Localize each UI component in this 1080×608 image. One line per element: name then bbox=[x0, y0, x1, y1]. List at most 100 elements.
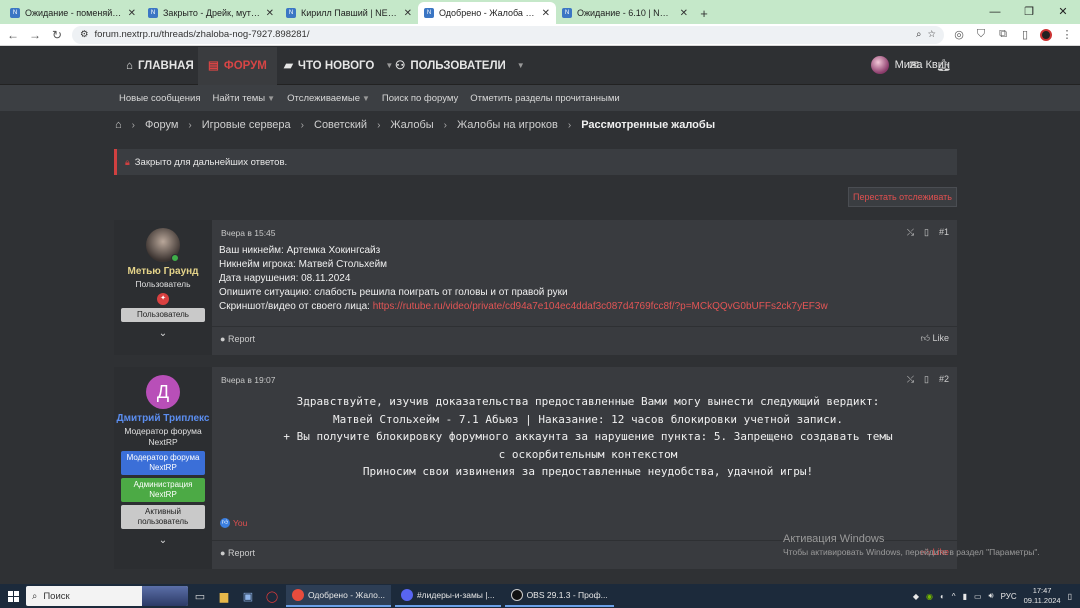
windows-logo-icon bbox=[7, 590, 19, 602]
close-tab-icon[interactable]: ✕ bbox=[404, 8, 412, 19]
nav-home[interactable]: ⌂ ГЛАВНАЯ bbox=[126, 47, 194, 85]
breadcrumb-current[interactable]: Рассмотренные жалобы bbox=[581, 119, 715, 131]
subnav-mark-read[interactable]: Отметить разделы прочитанными bbox=[470, 93, 619, 104]
reload-icon[interactable]: ↻ bbox=[50, 28, 64, 42]
home-icon[interactable]: ⌂ bbox=[115, 119, 122, 131]
breadcrumb: ⌂ › Форум › Игровые сервера › Советский … bbox=[115, 119, 715, 131]
breadcrumb-item[interactable]: Советский bbox=[314, 119, 367, 131]
task-view-icon[interactable]: ▭ bbox=[188, 584, 212, 608]
back-arrow-icon[interactable]: ← bbox=[6, 28, 20, 42]
menu-dots-icon[interactable]: ⋮ bbox=[1060, 28, 1074, 41]
subnav-watched[interactable]: Отслеживаемые ▼ bbox=[287, 93, 370, 104]
author-name[interactable]: Метью Граунд bbox=[127, 266, 198, 278]
author-name[interactable]: Дмитрий Триплекс bbox=[117, 413, 210, 425]
video-link[interactable]: https://rutube.ru/video/private/cd94a7e1… bbox=[373, 301, 828, 312]
network-icon[interactable]: ▭ bbox=[974, 592, 982, 601]
language-indicator[interactable]: РУС bbox=[1001, 592, 1017, 601]
system-tray: ◆ ◉ ◐ ^ ▮ ▭ 🔊︎ РУС 17:47 09.11.2024 ▯ bbox=[913, 584, 1080, 608]
post-number[interactable]: #1 bbox=[939, 227, 949, 238]
breadcrumb-item[interactable]: Игровые сервера bbox=[202, 119, 291, 131]
chevron-down-icon[interactable]: ⌄ bbox=[159, 328, 167, 339]
site-info-icon[interactable]: ⚙ bbox=[80, 29, 89, 40]
forward-arrow-icon[interactable]: → bbox=[28, 28, 42, 42]
tray-app-icon[interactable]: ◐ bbox=[940, 592, 945, 601]
start-button[interactable] bbox=[0, 584, 26, 608]
forum-page: ⌂ ГЛАВНАЯ ▤ ФОРУМ ▰ ЧТО НОВОГО ▼ ⚇ ПОЛЬЗОВАТЕ… bbox=[0, 47, 1080, 584]
extension-icon[interactable]: ◎ bbox=[952, 28, 966, 41]
report-button[interactable]: ● Report bbox=[220, 548, 255, 558]
reaction-summary[interactable]: 👍︎ You bbox=[220, 518, 247, 528]
tray-app-icon[interactable]: ◆ bbox=[913, 592, 919, 601]
app-icon[interactable]: ▣ bbox=[236, 584, 260, 608]
address-bar[interactable]: ⚙ forum.nextrp.ru/threads/zhaloba-nog-79… bbox=[72, 25, 944, 44]
subnav-new-posts[interactable]: Новые сообщения bbox=[119, 93, 201, 104]
browser-tab[interactable]: NОжидание - поменяйте ник п...✕ bbox=[4, 2, 142, 24]
subnav-find-threads[interactable]: Найти темы ▼ bbox=[213, 93, 276, 104]
close-tab-icon[interactable]: ✕ bbox=[680, 8, 688, 19]
folder-icon[interactable]: ▆ bbox=[212, 584, 236, 608]
post-actions: ⤯ ▯ #1 bbox=[907, 227, 949, 238]
chevron-down-icon[interactable]: ▼ bbox=[385, 47, 393, 85]
nav-users[interactable]: ⚇ ПОЛЬЗОВАТЕЛИ ▼ bbox=[395, 47, 525, 85]
report-button[interactable]: ● Report bbox=[220, 334, 255, 344]
close-window-icon[interactable]: ✕ bbox=[1046, 0, 1080, 24]
site-favicon-icon: N bbox=[286, 8, 296, 18]
bookmark-star-icon[interactable]: ☆ bbox=[927, 29, 936, 40]
usb-icon[interactable]: ▮ bbox=[963, 592, 967, 601]
taskbar-app-obs[interactable]: OBS 29.1.3 - Проф... bbox=[504, 585, 614, 607]
nav-forum[interactable]: ▤ ФОРУМ bbox=[198, 47, 277, 85]
chevron-down-icon[interactable]: ▼ bbox=[362, 94, 370, 103]
clock[interactable]: 17:47 09.11.2024 bbox=[1024, 586, 1061, 606]
chrome-icon bbox=[292, 589, 304, 601]
breadcrumb-item[interactable]: Жалобы на игроков bbox=[457, 119, 558, 131]
share-icon[interactable]: ⤯ bbox=[907, 227, 914, 238]
close-tab-icon[interactable]: ✕ bbox=[266, 8, 274, 19]
minimize-icon[interactable]: — bbox=[978, 0, 1012, 24]
taskbar-search[interactable]: ⌕ Поиск bbox=[26, 586, 188, 606]
nvidia-icon[interactable]: ◉ bbox=[926, 592, 933, 601]
chevron-down-icon[interactable]: ▼ bbox=[517, 47, 525, 85]
chevron-down-icon[interactable]: ⌄ bbox=[159, 535, 167, 546]
sidebar-icon[interactable]: ▯ bbox=[1018, 28, 1032, 41]
close-tab-icon[interactable]: ✕ bbox=[542, 8, 550, 19]
notification-icon[interactable]: ▯ bbox=[1068, 592, 1072, 601]
taskbar-app-discord[interactable]: #лидеры-и-замы |... bbox=[394, 585, 501, 607]
bookmark-icon[interactable]: ▯ bbox=[924, 227, 929, 238]
opera-icon[interactable]: ◯ bbox=[260, 584, 284, 608]
url-text[interactable]: forum.nextrp.ru/threads/zhaloba-nog-7927… bbox=[95, 29, 911, 40]
post-actions: ⤯ ▯ #2 bbox=[907, 374, 949, 385]
unwatch-button[interactable]: Перестать отслеживать bbox=[848, 187, 957, 207]
nav-whats-new[interactable]: ▰ ЧТО НОВОГО ▼ bbox=[284, 47, 393, 85]
browser-tab[interactable]: NЗакрыто - Дрейк, мут без при...✕ bbox=[142, 2, 280, 24]
site-favicon-icon: N bbox=[424, 8, 434, 18]
volume-icon[interactable]: 🔊︎ bbox=[989, 591, 994, 601]
puzzle-icon[interactable]: ⧉ bbox=[996, 28, 1010, 41]
site-favicon-icon: N bbox=[10, 8, 20, 18]
like-button[interactable]: 👍︎ Like bbox=[921, 333, 949, 344]
avatar[interactable] bbox=[146, 228, 180, 262]
chevron-down-icon[interactable]: ▼ bbox=[267, 94, 275, 103]
envelope-icon[interactable]: ✉ bbox=[909, 58, 919, 72]
post-timestamp[interactable]: Вчера в 19:07 bbox=[221, 375, 276, 385]
profile-avatar[interactable] bbox=[1040, 28, 1052, 41]
post-number[interactable]: #2 bbox=[939, 374, 949, 385]
share-icon[interactable]: ⤯ bbox=[907, 374, 914, 385]
post-timestamp[interactable]: Вчера в 15:45 bbox=[221, 228, 276, 238]
browser-tab[interactable]: NКирилл Павший | NEXTRP✕ bbox=[280, 2, 418, 24]
breadcrumb-item[interactable]: Форум bbox=[145, 119, 178, 131]
browser-tab[interactable]: NОжидание - 6.10 | NEXTRP✕ bbox=[556, 2, 694, 24]
chevron-up-icon[interactable]: ^ bbox=[952, 592, 956, 601]
chevron-right-icon: › bbox=[377, 119, 381, 131]
browser-tab-active[interactable]: NОдобрено - Жалоба №G-7927...✕ bbox=[418, 2, 556, 24]
bell-icon[interactable]: 🔔︎ bbox=[936, 58, 951, 72]
close-tab-icon[interactable]: ✕ bbox=[128, 8, 136, 19]
breadcrumb-item[interactable]: Жалобы bbox=[390, 119, 433, 131]
zoom-icon[interactable]: ⌕ bbox=[916, 29, 921, 40]
avatar[interactable]: Д bbox=[146, 375, 180, 409]
taskbar-app-chrome[interactable]: Одобрено - Жало... bbox=[286, 585, 391, 607]
restore-icon[interactable]: ❐ bbox=[1012, 0, 1046, 24]
new-tab-button[interactable]: + bbox=[694, 2, 714, 24]
subnav-search-forums[interactable]: Поиск по форуму bbox=[382, 93, 458, 104]
bookmark-icon[interactable]: ▯ bbox=[924, 374, 929, 385]
shield-icon[interactable]: ⛉ bbox=[974, 28, 988, 41]
